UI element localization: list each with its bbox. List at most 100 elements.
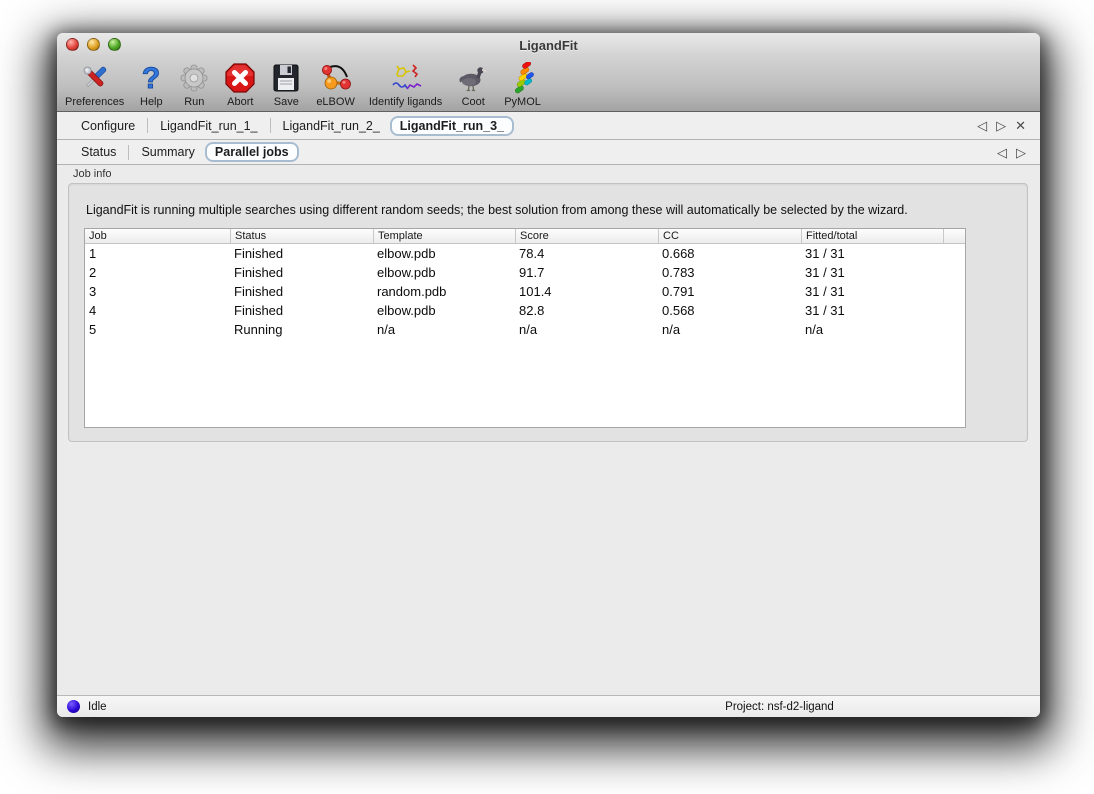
main-content: Job info LigandFit is running multiple s… xyxy=(57,165,1040,695)
tab-summary[interactable]: Summary xyxy=(131,143,204,161)
cell-template: elbow.pdb xyxy=(373,244,515,263)
column-header-cc[interactable]: CC xyxy=(658,229,801,243)
tab-close-icon[interactable]: ✕ xyxy=(1015,119,1026,132)
cell-score: 82.8 xyxy=(515,301,658,320)
preferences-icon xyxy=(79,61,111,95)
toolbar-item-label: Coot xyxy=(462,96,485,108)
run-tab-bar: Configure LigandFit_run_1_ LigandFit_run… xyxy=(57,112,1040,140)
title-bar[interactable]: LigandFit xyxy=(57,33,1040,57)
cell-fitted-total: n/a xyxy=(801,320,965,339)
cell-job: 1 xyxy=(85,244,230,263)
subtab-forward-icon[interactable]: ▷ xyxy=(1016,146,1026,159)
table-row[interactable]: 4 Finished elbow.pdb 82.8 0.568 31 / 31 xyxy=(85,301,965,320)
toolbar-item-label: Identify ligands xyxy=(369,96,442,108)
cell-template: n/a xyxy=(373,320,515,339)
cell-cc: 0.668 xyxy=(658,244,801,263)
column-header-template[interactable]: Template xyxy=(373,229,515,243)
cell-template: random.pdb xyxy=(373,282,515,301)
tab-back-icon[interactable]: ◁ xyxy=(977,119,987,132)
cell-status: Finished xyxy=(230,301,373,320)
cell-score: 101.4 xyxy=(515,282,658,301)
run-button[interactable]: Run xyxy=(178,61,210,108)
cell-score: 78.4 xyxy=(515,244,658,263)
cell-fitted-total: 31 / 31 xyxy=(801,244,965,263)
job-table-header: Job Status Template Score CC Fitted/tota… xyxy=(85,229,965,244)
job-table: Job Status Template Score CC Fitted/tota… xyxy=(84,228,966,428)
cell-job: 2 xyxy=(85,263,230,282)
column-header-job[interactable]: Job xyxy=(85,229,230,243)
table-row[interactable]: 2 Finished elbow.pdb 91.7 0.783 31 / 31 xyxy=(85,263,965,282)
save-button[interactable]: Save xyxy=(270,61,302,108)
project-label: Project: nsf-d2-ligand xyxy=(725,701,834,713)
pymol-icon xyxy=(506,61,540,95)
window-controls xyxy=(66,38,121,51)
cell-job: 5 xyxy=(85,320,230,339)
column-header-blank xyxy=(943,229,965,243)
cell-score: 91.7 xyxy=(515,263,658,282)
tab-configure[interactable]: Configure xyxy=(71,117,145,135)
tab-separator xyxy=(128,145,129,160)
job-info-description: LigandFit is running multiple searches u… xyxy=(86,203,908,217)
app-window: LigandFit xyxy=(57,33,1040,717)
column-header-score[interactable]: Score xyxy=(515,229,658,243)
tab-nav-controls: ◁ ▷ ✕ xyxy=(977,119,1032,132)
tab-parallel-jobs[interactable]: Parallel jobs xyxy=(205,142,299,162)
help-icon: ? xyxy=(138,61,164,95)
subtab-back-icon[interactable]: ◁ xyxy=(997,146,1007,159)
column-header-fitted-total[interactable]: Fitted/total xyxy=(801,229,943,243)
svg-text:?: ? xyxy=(142,62,160,94)
cell-status: Finished xyxy=(230,263,373,282)
status-text: Idle xyxy=(88,701,107,713)
toolbar-item-label: Abort xyxy=(227,96,253,108)
job-table-body: 1 Finished elbow.pdb 78.4 0.668 31 / 31 … xyxy=(85,244,965,427)
toolbar-item-label: Preferences xyxy=(65,96,124,108)
job-info-group-label: Job info xyxy=(68,168,1028,183)
cell-fitted-total: 31 / 31 xyxy=(801,301,965,320)
elbow-button[interactable]: eLBOW xyxy=(316,61,355,108)
table-row[interactable]: 5 Running n/a n/a n/a n/a xyxy=(85,320,965,339)
minimize-window-button[interactable] xyxy=(87,38,100,51)
tab-ligandfit-run-1[interactable]: LigandFit_run_1_ xyxy=(150,117,267,135)
zoom-window-button[interactable] xyxy=(108,38,121,51)
elbow-icon xyxy=(319,61,353,95)
status-bar: Idle Project: nsf-d2-ligand xyxy=(57,695,1040,717)
window-title: LigandFit xyxy=(519,38,578,53)
tab-ligandfit-run-2[interactable]: LigandFit_run_2_ xyxy=(273,117,390,135)
tab-ligandfit-run-3[interactable]: LigandFit_run_3_ xyxy=(390,116,514,136)
cell-status: Running xyxy=(230,320,373,339)
toolbar: Preferences ? Help xyxy=(57,57,1040,112)
cell-template: elbow.pdb xyxy=(373,263,515,282)
cell-template: elbow.pdb xyxy=(373,301,515,320)
toolbar-item-label: Run xyxy=(184,96,204,108)
coot-icon xyxy=(456,61,490,95)
cell-status: Finished xyxy=(230,244,373,263)
run-icon xyxy=(178,61,210,95)
tab-status[interactable]: Status xyxy=(71,143,126,161)
subtab-nav-controls: ◁ ▷ xyxy=(997,146,1032,159)
cell-job: 3 xyxy=(85,282,230,301)
preferences-button[interactable]: Preferences xyxy=(65,61,124,108)
cell-cc: n/a xyxy=(658,320,801,339)
column-header-status[interactable]: Status xyxy=(230,229,373,243)
cell-cc: 0.568 xyxy=(658,301,801,320)
table-row[interactable]: 3 Finished random.pdb 101.4 0.791 31 / 3… xyxy=(85,282,965,301)
tab-separator xyxy=(270,118,271,133)
status-indicator-icon xyxy=(67,700,80,713)
abort-button[interactable]: Abort xyxy=(224,61,256,108)
pymol-button[interactable]: PyMOL xyxy=(504,61,541,108)
help-button[interactable]: ? Help xyxy=(138,61,164,108)
close-window-button[interactable] xyxy=(66,38,79,51)
job-info-group-box: LigandFit is running multiple searches u… xyxy=(68,183,1028,442)
cell-cc: 0.791 xyxy=(658,282,801,301)
cell-fitted-total: 31 / 31 xyxy=(801,282,965,301)
identify-ligands-icon xyxy=(389,61,423,95)
tab-forward-icon[interactable]: ▷ xyxy=(996,119,1006,132)
identify-ligands-button[interactable]: Identify ligands xyxy=(369,61,442,108)
view-tab-bar: Status Summary Parallel jobs ◁ ▷ xyxy=(57,140,1040,165)
toolbar-item-label: Save xyxy=(274,96,299,108)
cell-fitted-total: 31 / 31 xyxy=(801,263,965,282)
table-row[interactable]: 1 Finished elbow.pdb 78.4 0.668 31 / 31 xyxy=(85,244,965,263)
save-icon xyxy=(270,61,302,95)
toolbar-item-label: eLBOW xyxy=(316,96,355,108)
coot-button[interactable]: Coot xyxy=(456,61,490,108)
